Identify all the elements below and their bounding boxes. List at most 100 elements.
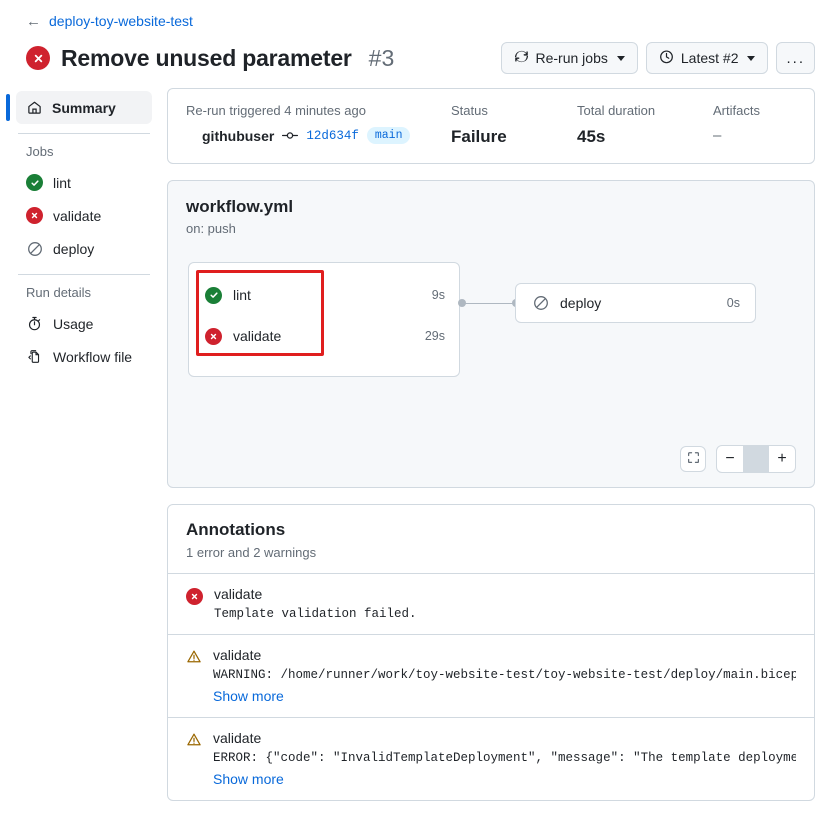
sidebar-divider-1 xyxy=(18,133,150,134)
file-code-icon xyxy=(26,349,43,364)
duration-column: Total duration 45s xyxy=(577,103,713,147)
workflow-graph-card: workflow.yml on: push lint 9s validate 2… xyxy=(167,180,815,488)
workflow-graph-canvas[interactable]: lint 9s validate 29s deploy 0s xyxy=(186,254,796,439)
graph-node-duration: 9s xyxy=(431,288,445,302)
skip-icon xyxy=(532,295,549,312)
zoom-controls-separator xyxy=(743,446,769,472)
sync-icon xyxy=(514,49,529,67)
sidebar-item-job-lint[interactable]: lint xyxy=(16,166,152,199)
duration-label: Total duration xyxy=(577,103,656,118)
annotation-message: Template validation failed. xyxy=(214,607,417,621)
graph-node-validate[interactable]: validate 29s xyxy=(205,322,445,350)
annotation-job-name: validate xyxy=(213,730,262,746)
run-title-row: Remove unused parameter #3 Re-run jobs L… xyxy=(26,42,815,74)
chevron-down-icon xyxy=(747,55,756,61)
artifacts-column: Artifacts – xyxy=(713,103,796,147)
workflow-trigger: on: push xyxy=(186,221,236,236)
annotation-row[interactable]: validate Template validation failed. xyxy=(168,573,814,634)
skip-icon xyxy=(26,240,43,257)
zoom-out-button[interactable]: − xyxy=(717,446,743,472)
x-circle-fill-icon xyxy=(26,207,43,224)
run-number: #3 xyxy=(368,44,395,71)
annotations-card: Annotations 1 error and 2 warnings valid… xyxy=(167,504,815,801)
annotation-message: ERROR: {"code": "InvalidTemplateDeployme… xyxy=(213,751,796,765)
arrow-left-icon[interactable]: ← xyxy=(26,14,41,29)
alert-triangle-icon xyxy=(186,732,202,787)
latest-run-button[interactable]: Latest #2 xyxy=(645,42,769,74)
sidebar-job-label: validate xyxy=(53,207,102,224)
show-more-link[interactable]: Show more xyxy=(213,771,284,787)
sidebar-item-workflow-file[interactable]: Workflow file xyxy=(16,340,152,373)
x-circle-fill-icon xyxy=(26,46,50,70)
git-commit-icon xyxy=(282,129,299,142)
re-run-jobs-button[interactable]: Re-run jobs xyxy=(500,42,638,74)
trigger-column: Re-run triggered 4 minutes ago githubuse… xyxy=(186,103,451,147)
sidebar-job-label: lint xyxy=(53,174,71,191)
branch-badge[interactable]: main xyxy=(366,127,411,144)
page-layout: Summary Jobs lint validate deploy Run de… xyxy=(0,74,831,817)
header-actions: Re-run jobs Latest #2 ... xyxy=(500,42,815,74)
run-summary-card: Re-run triggered 4 minutes ago githubuse… xyxy=(167,88,815,164)
annotations-title: Annotations xyxy=(186,520,286,539)
home-icon xyxy=(26,100,43,115)
sidebar-item-summary-label: Summary xyxy=(52,99,116,116)
check-circle-fill-icon xyxy=(26,174,43,191)
re-run-jobs-label: Re-run jobs xyxy=(535,50,608,66)
stopwatch-icon xyxy=(26,316,43,331)
page-header: ← deploy-toy-website-test Remove unused … xyxy=(0,0,831,74)
status-label: Status xyxy=(451,103,488,118)
graph-node-label: lint xyxy=(233,287,251,303)
sidebar-item-usage[interactable]: Usage xyxy=(16,307,152,340)
annotation-job-name: validate xyxy=(214,586,263,602)
commit-sha[interactable]: 12d634f xyxy=(306,129,359,143)
main-content: Re-run triggered 4 minutes ago githubuse… xyxy=(152,88,815,817)
workflow-file-name: workflow.yml xyxy=(186,197,294,216)
sidebar-job-label: deploy xyxy=(53,240,95,257)
actor-name[interactable]: githubuser xyxy=(202,128,274,144)
kebab-horizontal-icon: ... xyxy=(786,49,805,67)
graph-node-lint[interactable]: lint 9s xyxy=(205,281,445,309)
annotation-row[interactable]: validate ERROR: {"code": "InvalidTemplat… xyxy=(168,717,814,800)
show-more-link[interactable]: Show more xyxy=(213,688,284,704)
zoom-in-button[interactable]: + xyxy=(769,446,795,472)
fit-to-screen-button[interactable] xyxy=(680,446,706,472)
latest-run-label: Latest #2 xyxy=(680,50,739,66)
job-group-node: lint 9s validate 29s xyxy=(188,262,460,377)
sidebar-item-summary[interactable]: Summary xyxy=(6,91,152,124)
annotation-message: WARNING: /home/runner/work/toy-website-t… xyxy=(213,668,796,682)
edge-connector-line xyxy=(462,302,518,304)
artifacts-value: – xyxy=(713,127,722,144)
duration-value: 45s xyxy=(577,127,606,146)
check-circle-fill-icon xyxy=(205,286,222,304)
sidebar-run-details-heading: Run details xyxy=(26,285,92,300)
sidebar-item-job-deploy[interactable]: deploy xyxy=(16,232,152,265)
history-icon xyxy=(659,49,674,67)
zoom-in-out-group: − + xyxy=(716,445,796,473)
sidebar-workflow-file-label: Workflow file xyxy=(53,348,133,365)
artifacts-label: Artifacts xyxy=(713,103,760,118)
fullscreen-icon xyxy=(687,451,700,467)
status-value: Failure xyxy=(451,127,507,146)
overflow-menu-button[interactable]: ... xyxy=(776,42,815,74)
status-column: Status Failure xyxy=(451,103,577,147)
sidebar-usage-label: Usage xyxy=(53,315,94,332)
annotation-job-name: validate xyxy=(213,647,262,663)
x-circle-fill-icon xyxy=(205,327,222,345)
annotation-row[interactable]: validate WARNING: /home/runner/work/toy-… xyxy=(168,634,814,717)
graph-node-label: validate xyxy=(233,328,282,344)
breadcrumb[interactable]: ← deploy-toy-website-test xyxy=(26,10,815,32)
x-circle-fill-icon xyxy=(186,588,203,605)
sidebar-divider-2 xyxy=(18,274,150,275)
annotations-subtitle: 1 error and 2 warnings xyxy=(186,545,317,560)
graph-node-duration: 29s xyxy=(424,329,445,343)
graph-node-label: deploy xyxy=(560,295,602,311)
sidebar-jobs-heading: Jobs xyxy=(26,144,54,159)
sidebar-item-job-validate[interactable]: validate xyxy=(16,199,152,232)
trigger-label: Re-run triggered 4 minutes ago xyxy=(186,103,366,118)
graph-node-deploy[interactable]: deploy 0s xyxy=(515,283,756,323)
page-title: Remove unused parameter xyxy=(61,44,352,71)
breadcrumb-workflow-link[interactable]: deploy-toy-website-test xyxy=(49,13,193,29)
sidebar: Summary Jobs lint validate deploy Run de… xyxy=(6,88,152,817)
chevron-down-icon xyxy=(616,55,625,61)
graph-node-duration: 0s xyxy=(726,296,740,310)
